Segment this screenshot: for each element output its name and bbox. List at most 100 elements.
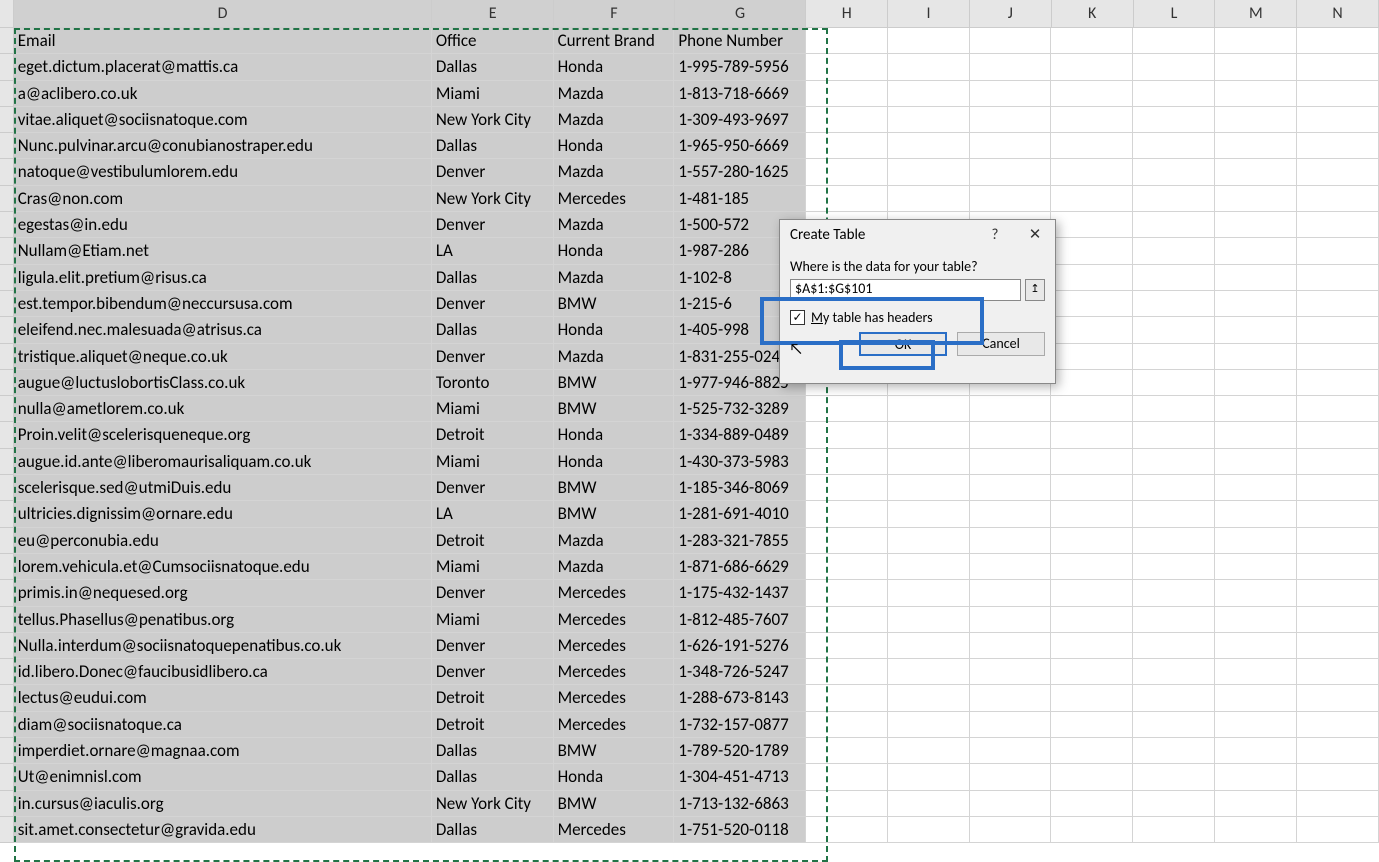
cell[interactable]: augue@luctuslobortisClass.co.uk <box>14 370 432 396</box>
cell-empty[interactable] <box>888 396 970 422</box>
cell-empty[interactable] <box>970 449 1052 475</box>
cell[interactable]: 1-175-432-1437 <box>674 580 805 606</box>
cell-empty[interactable] <box>1133 133 1215 159</box>
cell-empty[interactable] <box>1051 712 1133 738</box>
cell-empty[interactable] <box>1133 317 1215 343</box>
cell-empty[interactable] <box>970 107 1052 133</box>
cell[interactable]: Dallas <box>432 54 554 80</box>
cell-empty[interactable] <box>970 28 1052 54</box>
cancel-button[interactable]: Cancel <box>957 332 1045 356</box>
cell[interactable]: 1-713-132-6863 <box>674 791 805 817</box>
row-number[interactable] <box>0 54 14 80</box>
cell[interactable]: 1-995-789-5956 <box>674 54 805 80</box>
cell[interactable]: Miami <box>432 554 554 580</box>
cell[interactable]: Denver <box>432 344 554 370</box>
row-number[interactable] <box>0 265 14 291</box>
cell-empty[interactable] <box>1297 712 1379 738</box>
cell[interactable]: tristique.aliquet@neque.co.uk <box>14 344 432 370</box>
cell-empty[interactable] <box>970 554 1052 580</box>
cell-empty[interactable] <box>1133 528 1215 554</box>
cell-empty[interactable] <box>1133 396 1215 422</box>
cell[interactable]: Denver <box>432 475 554 501</box>
header-cell-brand[interactable]: Current Brand <box>554 28 675 54</box>
cell[interactable]: BMW <box>554 370 675 396</box>
cell-empty[interactable] <box>970 817 1052 843</box>
cell-empty[interactable] <box>970 475 1052 501</box>
cell-empty[interactable] <box>1215 265 1297 291</box>
selectall-corner[interactable] <box>0 0 14 28</box>
cell[interactable]: Denver <box>432 291 554 317</box>
cell-empty[interactable] <box>1133 81 1215 107</box>
cell[interactable]: sit.amet.consectetur@gravida.edu <box>14 817 432 843</box>
cell[interactable]: Toronto <box>432 370 554 396</box>
cell-empty[interactable] <box>1297 791 1379 817</box>
cell-empty[interactable] <box>1133 791 1215 817</box>
cell-empty[interactable] <box>888 159 970 185</box>
cell-empty[interactable] <box>1297 633 1379 659</box>
cell-empty[interactable] <box>1133 764 1215 790</box>
cell-empty[interactable] <box>1133 659 1215 685</box>
cell[interactable]: eleifend.nec.malesuada@atrisus.ca <box>14 317 432 343</box>
cell-empty[interactable] <box>1215 212 1297 238</box>
column-header-N[interactable]: N <box>1297 0 1379 28</box>
cell[interactable]: Dallas <box>432 738 554 764</box>
cell-empty[interactable] <box>1133 633 1215 659</box>
cell-empty[interactable] <box>1297 449 1379 475</box>
cell-empty[interactable] <box>1215 81 1297 107</box>
cell-empty[interactable] <box>970 422 1052 448</box>
cell[interactable]: est.tempor.bibendum@neccursusa.com <box>14 291 432 317</box>
cell[interactable]: Mazda <box>554 81 675 107</box>
column-header-M[interactable]: M <box>1215 0 1297 28</box>
cell[interactable]: 1-626-191-5276 <box>674 633 805 659</box>
cell-empty[interactable] <box>1297 659 1379 685</box>
cell-empty[interactable] <box>888 633 970 659</box>
cell-empty[interactable] <box>1215 54 1297 80</box>
column-header-G[interactable]: G <box>675 0 806 28</box>
cell-empty[interactable] <box>806 396 888 422</box>
cell-empty[interactable] <box>1215 238 1297 264</box>
cell-empty[interactable] <box>970 791 1052 817</box>
cell-empty[interactable] <box>1051 212 1133 238</box>
cell[interactable]: Denver <box>432 159 554 185</box>
cell[interactable]: Nullam@Etiam.net <box>14 238 432 264</box>
cell-empty[interactable] <box>888 422 970 448</box>
cell-empty[interactable] <box>1215 685 1297 711</box>
cell-empty[interactable] <box>888 580 970 606</box>
row-number[interactable] <box>0 791 14 817</box>
cell[interactable]: eget.dictum.placerat@mattis.ca <box>14 54 432 80</box>
cell-empty[interactable] <box>1133 54 1215 80</box>
cell-empty[interactable] <box>1133 291 1215 317</box>
cell[interactable]: 1-751-520-0118 <box>674 817 805 843</box>
cell-empty[interactable] <box>1297 738 1379 764</box>
cell-empty[interactable] <box>970 528 1052 554</box>
cell[interactable]: 1-525-732-3289 <box>674 396 805 422</box>
cell-empty[interactable] <box>806 738 888 764</box>
cell-empty[interactable] <box>1133 186 1215 212</box>
cell[interactable]: BMW <box>554 291 675 317</box>
cell-empty[interactable] <box>1297 580 1379 606</box>
cell-empty[interactable] <box>1215 554 1297 580</box>
cell[interactable]: egestas@in.edu <box>14 212 432 238</box>
cell-empty[interactable] <box>1133 607 1215 633</box>
cell[interactable]: 1-557-280-1625 <box>674 159 805 185</box>
cell-empty[interactable] <box>806 580 888 606</box>
cell[interactable]: 1-813-718-6669 <box>674 81 805 107</box>
cell[interactable]: BMW <box>554 738 675 764</box>
cell-empty[interactable] <box>1297 265 1379 291</box>
cell-empty[interactable] <box>1133 475 1215 501</box>
cell[interactable]: scelerisque.sed@utmiDuis.edu <box>14 475 432 501</box>
cell-empty[interactable] <box>1297 28 1379 54</box>
cell-empty[interactable] <box>1051 265 1133 291</box>
cell-empty[interactable] <box>888 738 970 764</box>
cell[interactable]: 1-281-691-4010 <box>674 501 805 527</box>
cell-empty[interactable] <box>1051 344 1133 370</box>
cell-empty[interactable] <box>970 81 1052 107</box>
column-header-D[interactable]: D <box>14 0 433 28</box>
cell-empty[interactable] <box>1215 475 1297 501</box>
row-number[interactable] <box>0 212 14 238</box>
row-number[interactable] <box>0 81 14 107</box>
cell-empty[interactable] <box>1297 291 1379 317</box>
row-number[interactable] <box>0 317 14 343</box>
range-picker-button[interactable]: ↥ <box>1025 279 1045 301</box>
cell[interactable]: Dallas <box>432 817 554 843</box>
